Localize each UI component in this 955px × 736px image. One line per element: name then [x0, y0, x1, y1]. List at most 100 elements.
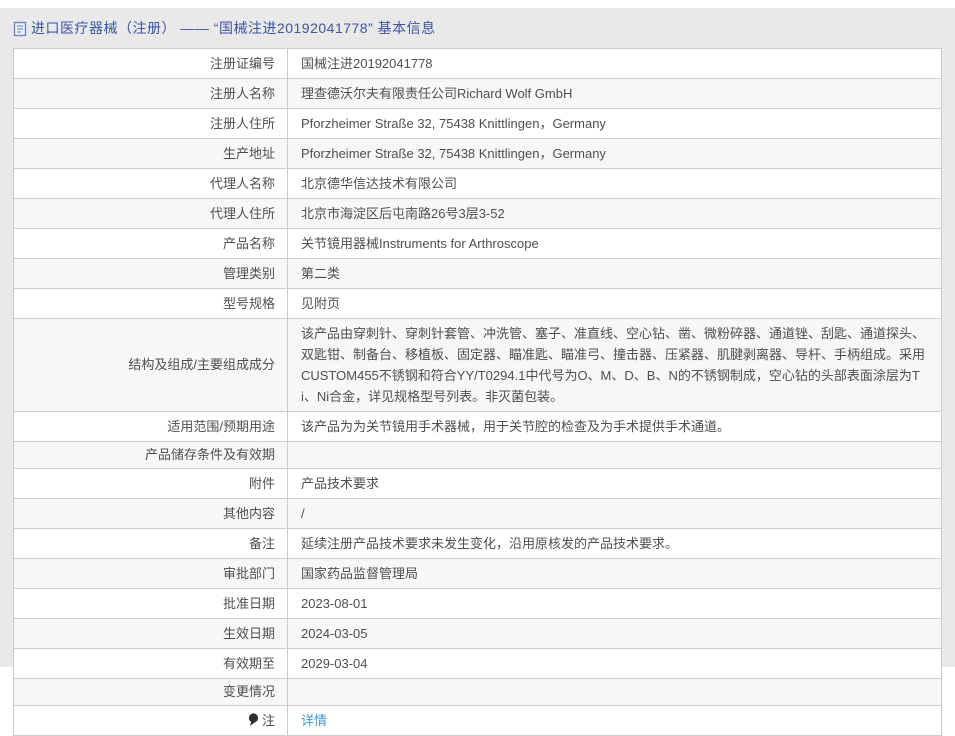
table-row: 注册人住所 Pforzheimer Straße 32, 75438 Knittl…	[13, 108, 942, 139]
row-label-cell: 其他内容	[13, 498, 288, 529]
table-row: 管理类别 第二类	[13, 258, 942, 289]
row-value: 关节镜用器械Instruments for Arthroscope	[301, 236, 539, 251]
table-row: 注 详情	[13, 705, 942, 736]
row-value-cell: 该产品由穿刺针、穿刺针套管、冲洗管、塞子、准直线、空心钻、凿、微粉碎器、通道锉、…	[287, 318, 942, 412]
row-value-cell: Pforzheimer Straße 32, 75438 Knittlingen…	[287, 108, 942, 139]
row-label: 型号规格	[222, 295, 275, 311]
row-value: /	[301, 506, 305, 521]
row-label-cell: 附件	[13, 468, 288, 499]
row-label-cell: 生产地址	[13, 138, 288, 169]
row-label: 其他内容	[222, 505, 275, 521]
row-label: 批准日期	[222, 595, 275, 611]
row-label-cell: 注	[13, 705, 288, 736]
page-title: 进口医疗器械（注册） —— “国械注进20192041778” 基本信息	[31, 20, 436, 36]
row-label-cell: 代理人名称	[13, 168, 288, 199]
row-value-cell: 国家药品监督管理局	[287, 558, 942, 589]
row-value: 延续注册产品技术要求未发生变化，沿用原核发的产品技术要求。	[301, 536, 679, 551]
row-value: Pforzheimer Straße 32, 75438 Knittlingen…	[301, 116, 606, 131]
row-value: 2023-08-01	[301, 596, 368, 611]
row-label-cell: 批准日期	[13, 588, 288, 619]
row-value: 该产品为为关节镜用手术器械，用于关节腔的检查及为手术提供手术通道。	[301, 419, 731, 434]
row-value-cell: 详情	[287, 705, 942, 736]
row-label: 产品名称	[222, 235, 275, 251]
row-label-cell: 注册证编号	[13, 48, 288, 79]
table-row: 结构及组成/主要组成成分 该产品由穿刺针、穿刺针套管、冲洗管、塞子、准直线、空心钻…	[13, 318, 942, 412]
table-row: 产品名称 关节镜用器械Instruments for Arthroscope	[13, 228, 942, 259]
table-row: 变更情况	[13, 678, 942, 706]
row-label: 生效日期	[222, 625, 275, 641]
row-label-cell: 变更情况	[13, 678, 288, 706]
row-label: 结构及组成/主要组成成分	[128, 357, 275, 372]
row-label-cell: 产品名称	[13, 228, 288, 259]
row-value-cell	[287, 678, 942, 706]
row-value-cell: 北京市海淀区后屯南路26号3层3-52	[287, 198, 942, 229]
info-table-body: 注册证编号 国械注进20192041778 注册人名称 理查德沃尔夫有限责任公司Ric…	[13, 48, 942, 736]
row-label-cell: 生效日期	[13, 618, 288, 649]
table-row: 附件 产品技术要求	[13, 468, 942, 499]
details-link[interactable]: 详情	[301, 713, 327, 728]
row-value-cell: 产品技术要求	[287, 468, 942, 499]
row-label: 变更情况	[222, 684, 275, 699]
row-label-cell: 型号规格	[13, 288, 288, 319]
row-label-cell: 有效期至	[13, 648, 288, 679]
row-value: 该产品由穿刺针、穿刺针套管、冲洗管、塞子、准直线、空心钻、凿、微粉碎器、通道锉、…	[301, 326, 926, 404]
row-label: 代理人住所	[209, 205, 275, 221]
row-value-cell: 关节镜用器械Instruments for Arthroscope	[287, 228, 942, 259]
table-row: 审批部门 国家药品监督管理局	[13, 558, 942, 589]
row-label: 注册证编号	[209, 55, 275, 71]
table-row: 批准日期 2023-08-01	[13, 588, 942, 619]
row-value: 产品技术要求	[301, 476, 380, 491]
table-row: 型号规格 见附页	[13, 288, 942, 319]
table-row: 备注 延续注册产品技术要求未发生变化，沿用原核发的产品技术要求。	[13, 528, 942, 559]
row-label-cell: 注册人住所	[13, 108, 288, 139]
row-label: 审批部门	[222, 565, 275, 581]
row-label-cell: 审批部门	[13, 558, 288, 589]
row-label-cell: 产品储存条件及有效期	[13, 441, 288, 469]
header-bar: 进口医疗器械（注册） —— “国械注进20192041778” 基本信息	[0, 8, 955, 48]
row-value-cell: 该产品为为关节镜用手术器械，用于关节腔的检查及为手术提供手术通道。	[287, 411, 942, 442]
row-value-cell: /	[287, 498, 942, 529]
row-value-cell: 见附页	[287, 288, 942, 319]
document-icon	[13, 21, 27, 37]
table-row: 生产地址 Pforzheimer Straße 32, 75438 Knittli…	[13, 138, 942, 169]
row-value-cell: 2023-08-01	[287, 588, 942, 619]
row-value: 国家药品监督管理局	[301, 566, 419, 581]
row-value: 北京德华信达技术有限公司	[301, 176, 458, 191]
row-value-cell: Pforzheimer Straße 32, 75438 Knittlingen…	[287, 138, 942, 169]
row-label-cell: 管理类别	[13, 258, 288, 289]
table-row: 注册人名称 理查德沃尔夫有限责任公司Richard Wolf GmbH	[13, 78, 942, 109]
table-row: 产品储存条件及有效期	[13, 441, 942, 469]
row-value-cell: 国械注进20192041778	[287, 48, 942, 79]
row-value: 国械注进20192041778	[301, 56, 433, 71]
row-label: 注	[261, 713, 275, 728]
row-value: Pforzheimer Straße 32, 75438 Knittlingen…	[301, 146, 606, 161]
registration-info-table: 注册证编号 国械注进20192041778 注册人名称 理查德沃尔夫有限责任公司Ric…	[13, 48, 942, 736]
row-value-cell: 第二类	[287, 258, 942, 289]
row-label-cell: 代理人住所	[13, 198, 288, 229]
row-value: 第二类	[301, 266, 341, 281]
row-value-cell	[287, 441, 942, 469]
row-label: 管理类别	[222, 265, 275, 281]
row-label: 生产地址	[222, 145, 275, 161]
row-label: 附件	[248, 475, 275, 491]
row-value: 北京市海淀区后屯南路26号3层3-52	[301, 206, 505, 221]
row-label-cell: 适用范围/预期用途	[13, 411, 288, 442]
row-value: 理查德沃尔夫有限责任公司Richard Wolf GmbH	[301, 86, 573, 101]
row-value-cell: 北京德华信达技术有限公司	[287, 168, 942, 199]
table-row: 注册证编号 国械注进20192041778	[13, 48, 942, 79]
row-label: 适用范围/预期用途	[167, 418, 275, 434]
row-label: 注册人住所	[209, 115, 275, 131]
row-value: 见附页	[301, 296, 341, 311]
row-label-cell: 备注	[13, 528, 288, 559]
row-value-cell: 2029-03-04	[287, 648, 942, 679]
row-value-cell: 延续注册产品技术要求未发生变化，沿用原核发的产品技术要求。	[287, 528, 942, 559]
row-value-cell: 2024-03-05	[287, 618, 942, 649]
row-label-cell: 注册人名称	[13, 78, 288, 109]
location-pin-icon	[248, 713, 259, 732]
row-value: 2029-03-04	[301, 656, 368, 671]
row-label-cell: 结构及组成/主要组成成分	[13, 318, 288, 412]
table-row: 生效日期 2024-03-05	[13, 618, 942, 649]
row-value: 2024-03-05	[301, 626, 368, 641]
table-row: 代理人名称 北京德华信达技术有限公司	[13, 168, 942, 199]
row-label: 产品储存条件及有效期	[144, 447, 275, 462]
